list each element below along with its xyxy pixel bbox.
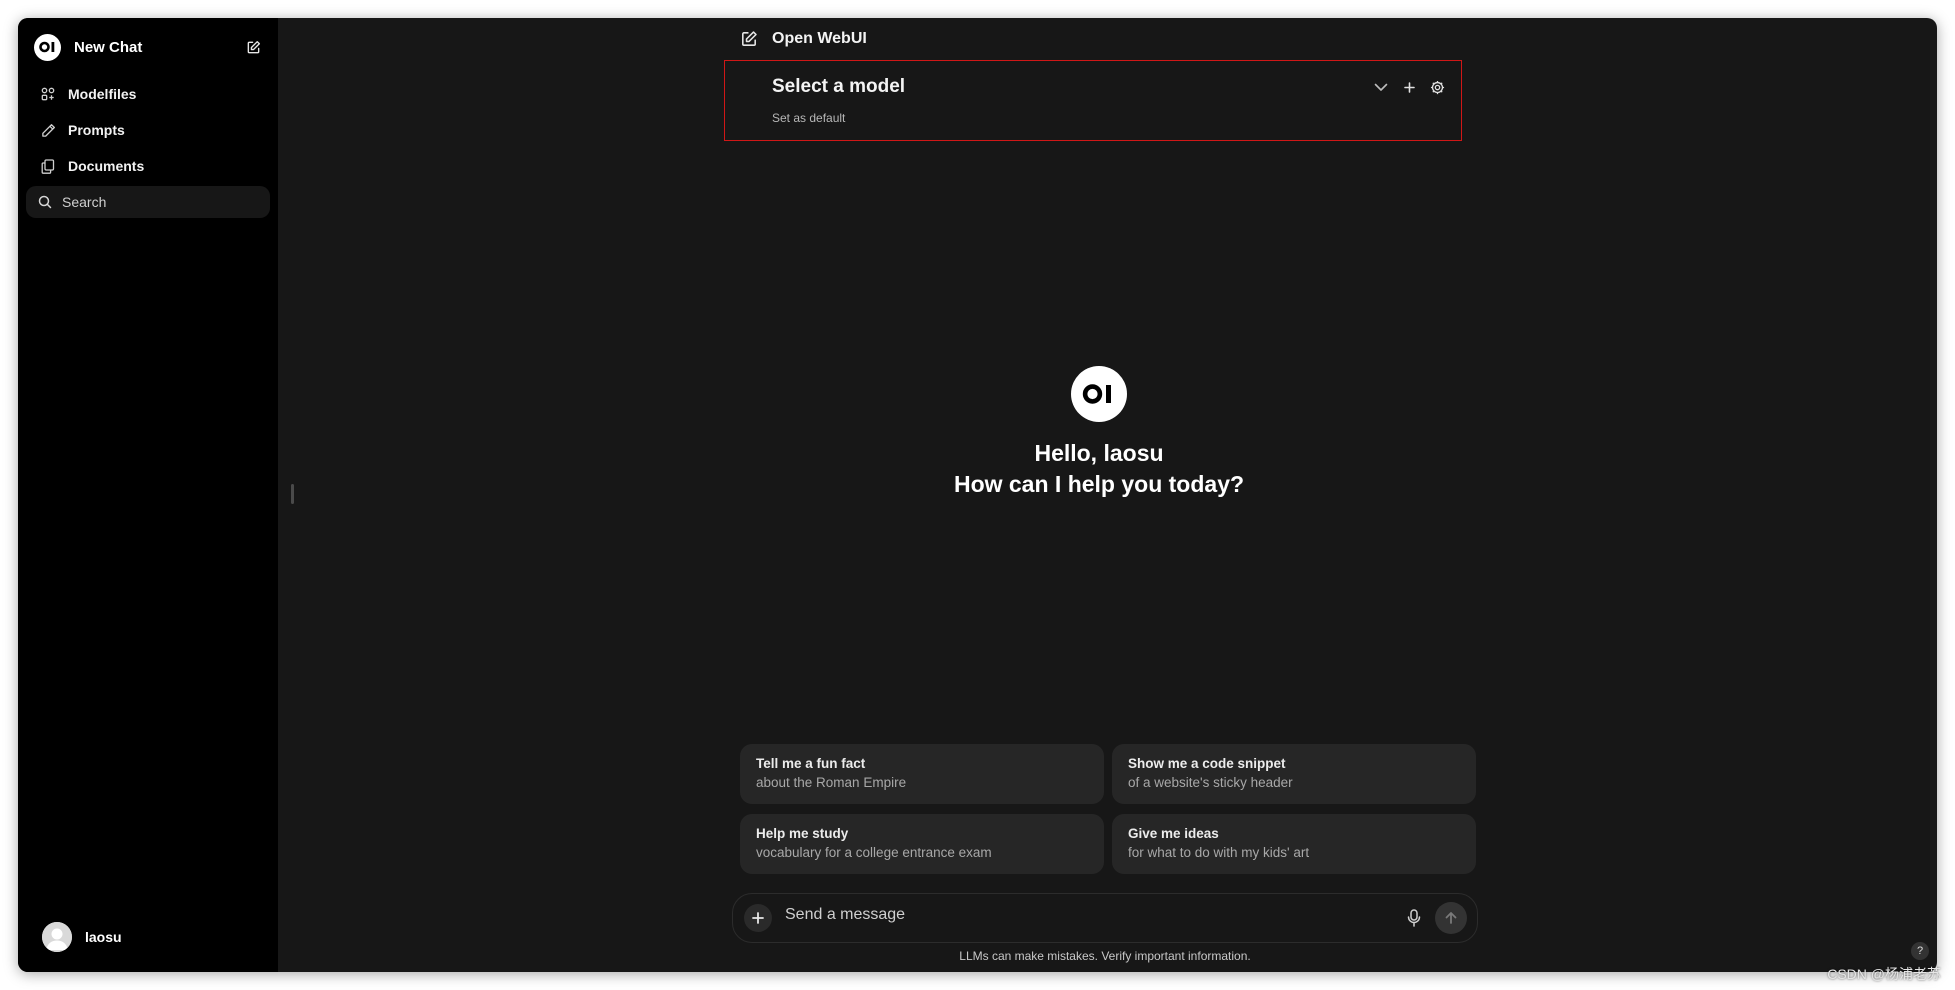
chat-header: Open WebUI [740,28,867,50]
message-composer [732,893,1478,943]
help-button[interactable]: ? [1911,942,1929,960]
microphone-icon[interactable] [1407,909,1423,927]
sidebar-item-label: Modelfiles [68,86,137,102]
message-input[interactable] [785,906,1345,924]
new-chat-label[interactable]: New Chat [74,39,142,56]
suggestion-title: Tell me a fun fact [756,756,866,771]
set-default-link[interactable]: Set as default [772,111,845,125]
sidebar-item-documents[interactable]: Documents [18,148,278,184]
send-button[interactable] [1435,902,1467,934]
openwebui-logo-icon [1071,366,1127,422]
suggestion-subtitle: of a website's sticky header [1128,775,1293,790]
disclaimer: LLMs can make mistakes. Verify important… [959,949,1251,963]
model-settings-icon[interactable] [1429,79,1445,95]
greeting: Hello, laosu [1034,440,1164,466]
sidebar-resize-handle[interactable] [291,484,294,504]
sidebar-item-modelfiles[interactable]: Modelfiles [18,76,278,112]
model-selector[interactable]: Select a model Set as default [724,60,1462,141]
plus-icon [752,912,764,924]
avatar[interactable] [42,922,72,952]
suggestion-title: Show me a code snippet [1128,756,1286,771]
documents-icon [40,158,56,174]
suggestion-card[interactable]: Help me study vocabulary for a college e… [740,814,1104,874]
watermark: CSDN @杨浦老苏 [1827,966,1941,982]
new-chat-row[interactable]: New Chat [34,32,262,62]
suggestion-subtitle: about the Roman Empire [756,775,907,790]
attach-button[interactable] [744,904,772,932]
modelfiles-icon [40,86,56,102]
openwebui-logo-icon [34,33,61,61]
page-title: Open WebUI [772,30,867,47]
suggestion-subtitle: vocabulary for a college entrance exam [756,845,992,860]
new-chat-icon[interactable] [740,30,758,48]
suggestion-card[interactable]: Tell me a fun fact about the Roman Empir… [740,744,1104,804]
sidebar: New Chat Modelfiles Prompts Documents Se… [18,18,278,972]
sidebar-item-label: Documents [68,158,145,174]
sidebar-item-label: Prompts [68,122,125,138]
suggestion-card[interactable]: Give me ideas for what to do with my kid… [1112,814,1476,874]
model-select-label[interactable]: Select a model [772,76,905,98]
suggestion-title: Help me study [756,826,849,841]
user-name: laosu [85,929,122,945]
suggestion-card[interactable]: Show me a code snippet of a website's st… [1112,744,1476,804]
add-model-icon[interactable] [1401,79,1417,95]
welcome-hero: Hello, laosu How can I help you today? [754,366,1444,500]
sidebar-nav: Modelfiles Prompts Documents [18,76,278,184]
model-actions [1373,79,1445,95]
help-prompt: How can I help you today? [953,471,1245,497]
user-menu[interactable]: laosu [42,922,122,952]
suggestion-title: Give me ideas [1128,826,1219,841]
main-panel: Open WebUI Select a model Set as default [278,18,1937,972]
arrow-up-icon [1445,912,1457,924]
chevron-down-icon[interactable] [1373,79,1389,95]
app-window: New Chat Modelfiles Prompts Documents Se… [18,18,1937,972]
new-chat-edit-icon[interactable] [244,38,262,56]
search-icon [38,195,52,209]
search-input[interactable] [62,194,242,210]
sidebar-search[interactable] [26,186,270,218]
pencil-icon [40,122,56,138]
suggestion-subtitle: for what to do with my kids' art [1128,845,1310,860]
sidebar-item-prompts[interactable]: Prompts [18,112,278,148]
